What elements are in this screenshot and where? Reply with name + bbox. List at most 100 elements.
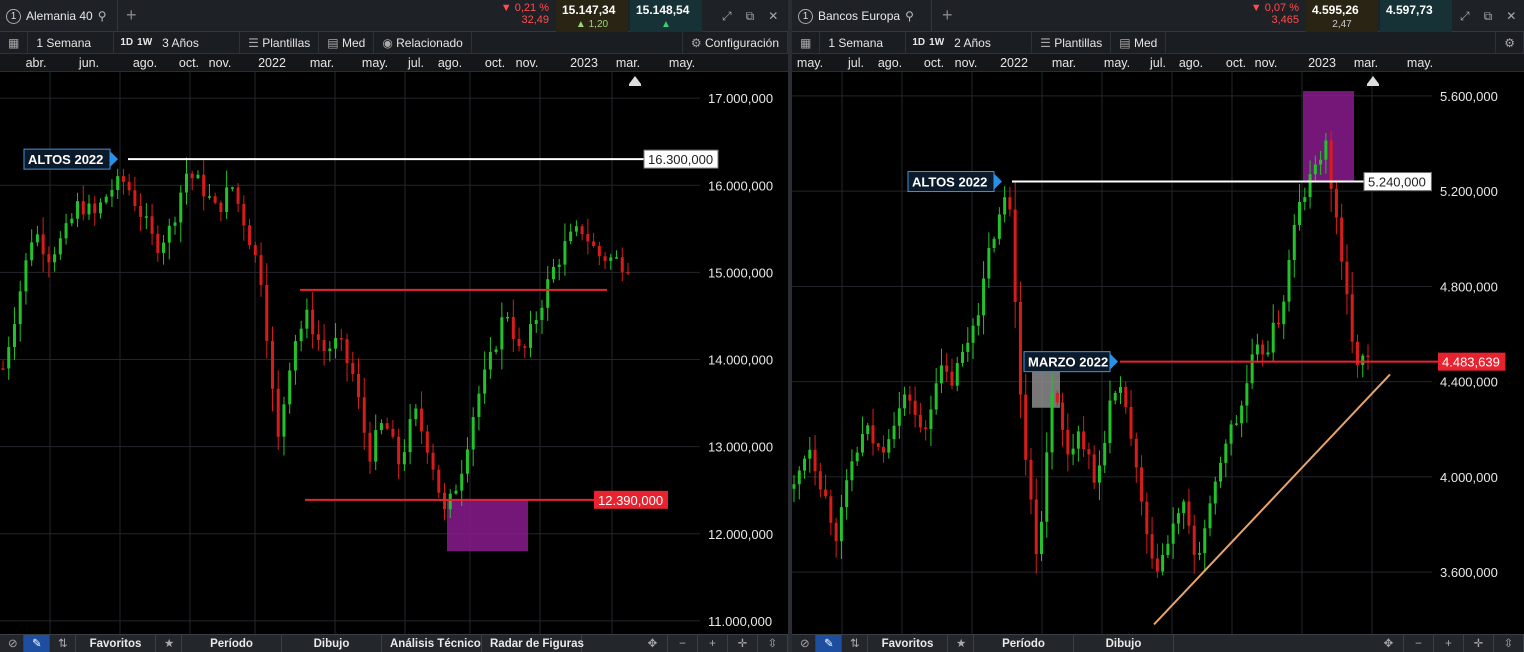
candle-body	[1050, 392, 1054, 453]
pen-icon[interactable]: ✎	[24, 634, 50, 652]
bid-price[interactable]: 4.595,26 2,47	[1306, 0, 1378, 32]
close-icon[interactable]: ✕	[1506, 9, 1516, 24]
pen-icon[interactable]: ✎	[816, 634, 842, 652]
candle-body	[808, 449, 812, 459]
btn-1d[interactable]: 1D	[906, 32, 927, 54]
candle-body	[488, 351, 492, 370]
minus-icon[interactable]: −	[668, 634, 698, 652]
price-level[interactable]: 16.300,000 ALTOS 2022	[23, 148, 719, 170]
bottom-menu-item[interactable]: Radar de Figuras	[482, 634, 584, 652]
sort-icon[interactable]: ⇅	[842, 634, 868, 652]
bottom-menu-item[interactable]: Favoritos	[868, 634, 948, 652]
chart-panel-right: 1 Bancos Europa ⚲ + ▼ 0,07 % 3,465 4.595…	[792, 0, 1524, 652]
period-selector[interactable]: 2 Años	[946, 31, 1033, 54]
close-icon[interactable]: ✕	[768, 9, 778, 24]
move-icon[interactable]: ✥	[1374, 634, 1404, 652]
indicator-button[interactable]: ▤ Med	[319, 31, 375, 54]
crosshair-off-icon[interactable]: ⊘	[792, 634, 816, 652]
bid-price[interactable]: 15.147,34 ▲ 1,20	[556, 0, 628, 32]
time-label: nov.	[1254, 56, 1278, 70]
candle-body	[1045, 452, 1049, 522]
candle	[202, 160, 206, 211]
star-icon[interactable]: ★	[156, 634, 182, 652]
candle	[597, 241, 601, 266]
sort-icon[interactable]: ⇅	[50, 634, 76, 652]
crosshair-icon[interactable]: ✛	[728, 634, 758, 652]
indicator-button[interactable]: ▤ Med	[1111, 31, 1167, 54]
chart-svg[interactable]: 5.240,000 ALTOS 2022 4.483,639 MARZO 2022 3.…	[792, 72, 1524, 652]
search-icon[interactable]: ⚲	[98, 9, 107, 23]
btn-1w[interactable]: 1W	[135, 32, 154, 54]
bottom-menu-item[interactable]: Dibujo	[282, 634, 382, 652]
candle	[162, 235, 166, 265]
expand-icon[interactable]: ⤢	[722, 9, 732, 24]
btn-1w[interactable]: 1W	[927, 32, 946, 54]
candlestick-chart-dax[interactable]: 16.300,000 ALTOS 2022 12.390,000 17.000,000…	[0, 72, 788, 637]
grid-icon[interactable]: ▦	[0, 31, 29, 54]
move-icon[interactable]: ✥	[638, 634, 668, 652]
plus-icon[interactable]: +	[1434, 634, 1464, 652]
chart-svg[interactable]: 16.300,000 ALTOS 2022 12.390,000 17.000,000…	[0, 72, 788, 634]
candle	[1361, 353, 1365, 378]
candle	[534, 311, 538, 333]
candle-body	[1319, 159, 1323, 165]
add-instrument-icon[interactable]: +	[126, 5, 137, 26]
bottom-menu-item[interactable]: Favoritos	[76, 634, 156, 652]
config-button[interactable]: ⚙ Configuración	[681, 31, 788, 54]
related-button[interactable]: ◉ Relacionado	[374, 31, 472, 54]
templates-icon: ☰	[1040, 35, 1051, 50]
candle-body	[1161, 554, 1165, 572]
grid-icon[interactable]: ▦	[792, 31, 821, 54]
symbol-selector[interactable]: 1 Bancos Europa ⚲	[792, 0, 932, 32]
candle-body	[1176, 513, 1180, 524]
candle	[242, 195, 246, 241]
plus-icon[interactable]: +	[698, 634, 728, 652]
candle-body	[270, 340, 274, 389]
period-selector[interactable]: 3 Años	[154, 31, 241, 54]
minus-icon[interactable]: −	[1404, 634, 1434, 652]
vertical-move-icon[interactable]: ⇳	[758, 634, 788, 652]
config-button[interactable]: ⚙	[1495, 31, 1524, 54]
interval-selector[interactable]: 1 Semana	[820, 31, 907, 54]
templates-button[interactable]: ☰ Plantillas	[240, 31, 320, 54]
candle	[918, 402, 922, 433]
price-level[interactable]: 4.483,639 MARZO 2022	[1023, 351, 1506, 373]
candle-body	[1034, 499, 1038, 555]
candle-body	[259, 255, 263, 285]
candle-body	[551, 266, 555, 280]
candle-body	[162, 242, 166, 253]
y-tick-label: 4.400,000	[1440, 375, 1498, 390]
candle	[1340, 203, 1344, 280]
bottom-menu-item[interactable]: Período	[182, 634, 282, 652]
popout-icon[interactable]: ⧉	[1484, 9, 1493, 24]
symbol-name: Alemania 40	[26, 9, 93, 23]
add-instrument-icon[interactable]: +	[942, 5, 953, 26]
candle-body	[173, 222, 177, 226]
symbol-selector[interactable]: 1 Alemania 40 ⚲	[0, 0, 118, 32]
interval-selector[interactable]: 1 Semana	[28, 31, 115, 54]
expand-icon[interactable]: ⤢	[1460, 9, 1470, 24]
candlestick-chart-banks[interactable]: 5.240,000 ALTOS 2022 4.483,639 MARZO 2022 3.…	[792, 72, 1524, 652]
ask-price[interactable]: 15.148,54 ▲	[630, 0, 702, 32]
time-label: oct.	[1225, 56, 1247, 70]
time-label: may.	[668, 56, 696, 70]
candle	[311, 292, 315, 349]
popout-icon[interactable]: ⧉	[746, 9, 755, 24]
bottom-menu-item[interactable]: Dibujo	[1074, 634, 1174, 652]
btn-1d[interactable]: 1D	[114, 32, 135, 54]
ask-price[interactable]: 4.597,73	[1380, 0, 1452, 32]
search-icon[interactable]: ⚲	[905, 9, 914, 23]
candle-body	[924, 427, 928, 430]
bottom-menu-item[interactable]: Período	[974, 634, 1074, 652]
bottom-menu-item[interactable]: Análisis Técnico	[382, 634, 482, 652]
star-icon[interactable]: ★	[948, 634, 974, 652]
crosshair-off-icon[interactable]: ⊘	[0, 634, 24, 652]
templates-button[interactable]: ☰ Plantillas	[1032, 31, 1112, 54]
candle	[850, 449, 854, 492]
candle-body	[845, 480, 849, 508]
candle	[626, 262, 630, 276]
candle-body	[1224, 443, 1228, 463]
crosshair-icon[interactable]: ✛	[1464, 634, 1494, 652]
candle-body	[1108, 400, 1112, 443]
vertical-move-icon[interactable]: ⇳	[1494, 634, 1524, 652]
